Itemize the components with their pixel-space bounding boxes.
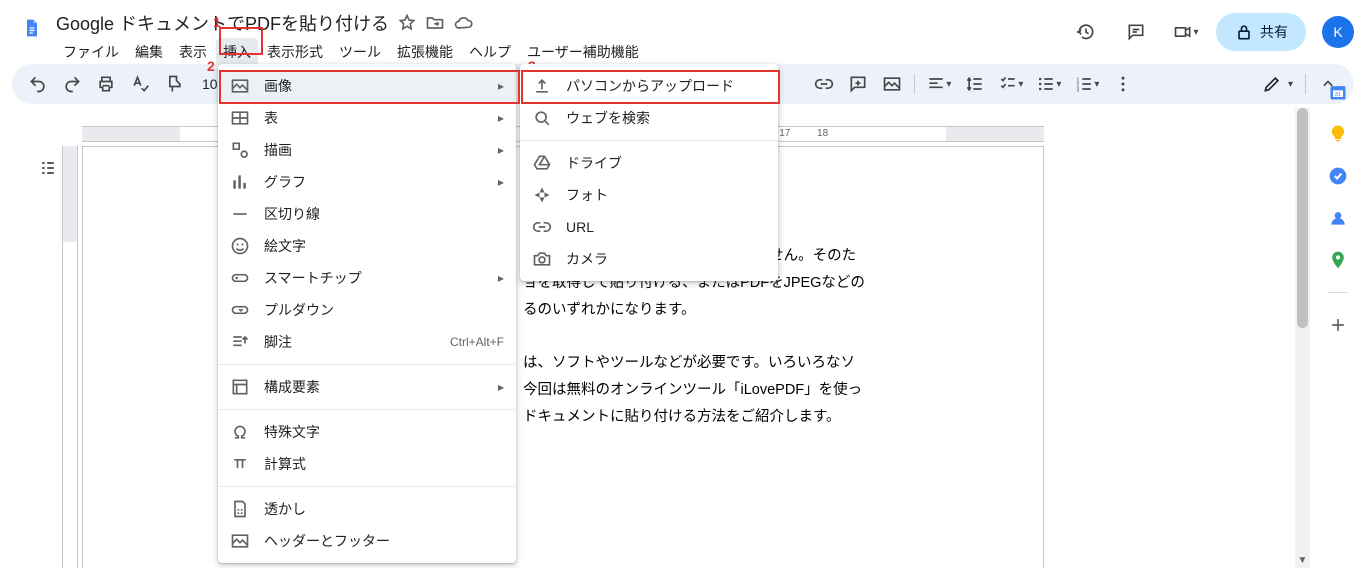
insert-emoji[interactable]: 絵文字 [218, 230, 516, 262]
insert-menu: 画像▸表▸描画▸グラフ▸区切り線絵文字スマートチップ▸プルダウン脚注Ctrl+A… [218, 64, 516, 563]
cloud-status-icon[interactable] [453, 13, 473, 33]
print-button[interactable] [90, 70, 122, 98]
submenu-arrow-icon: ▸ [498, 271, 504, 285]
menu-ファイル[interactable]: ファイル [56, 38, 126, 66]
numbered-list-button[interactable]: ▾ [1069, 70, 1105, 98]
meet-button[interactable]: ▾ [1166, 12, 1206, 52]
account-avatar[interactable]: K [1322, 16, 1354, 48]
dropdown-icon [230, 300, 250, 320]
share-button[interactable]: 共有 [1216, 13, 1306, 51]
photos-icon [532, 185, 552, 205]
keep-addon[interactable] [1328, 124, 1348, 144]
image-source-url[interactable]: URL [520, 211, 778, 243]
calendar-addon[interactable] [1328, 82, 1348, 102]
insert-blocks[interactable]: 構成要素▸ [218, 371, 516, 403]
insert-chart[interactable]: グラフ▸ [218, 166, 516, 198]
menu-編集[interactable]: 編集 [128, 38, 170, 66]
spellcheck-button[interactable] [124, 70, 156, 98]
image-source-web[interactable]: ウェブを検索 [520, 102, 778, 134]
menu-表示形式[interactable]: 表示形式 [260, 38, 330, 66]
line-spacing-button[interactable] [959, 70, 991, 98]
submenu-arrow-icon: ▸ [498, 380, 504, 394]
redo-button[interactable] [56, 70, 88, 98]
insert-chips[interactable]: スマートチップ▸ [218, 262, 516, 294]
drive-icon [532, 153, 552, 173]
insert-drawing[interactable]: 描画▸ [218, 134, 516, 166]
submenu-arrow-icon: ▸ [498, 175, 504, 189]
menu-bar: ファイル編集表示挿入表示形式ツール拡張機能ヘルプユーザー補助機能 [56, 38, 646, 66]
comments-button[interactable] [1116, 12, 1156, 52]
chart-icon [230, 172, 250, 192]
submenu-arrow-icon: ▸ [498, 79, 504, 93]
scroll-thumb[interactable] [1297, 108, 1308, 328]
checklist-button[interactable]: ▾ [993, 70, 1029, 98]
omega-icon [230, 422, 250, 442]
add-comment-button[interactable] [842, 70, 874, 98]
submenu-arrow-icon: ▸ [498, 111, 504, 125]
share-label: 共有 [1260, 22, 1288, 42]
insert-equation[interactable]: 計算式 [218, 448, 516, 480]
insert-image-button[interactable] [876, 70, 908, 98]
insert-dropdown[interactable]: プルダウン [218, 294, 516, 326]
insert-table[interactable]: 表▸ [218, 102, 516, 134]
contacts-addon[interactable] [1328, 208, 1348, 228]
insert-image[interactable]: 画像▸ [218, 70, 516, 102]
upload-icon [532, 76, 552, 96]
history-button[interactable] [1066, 12, 1106, 52]
image-icon [230, 531, 250, 551]
docs-logo[interactable] [12, 8, 52, 48]
more-toolbar-button[interactable] [1107, 70, 1139, 98]
menu-挿入[interactable]: 挿入 [216, 38, 258, 66]
vertical-scrollbar[interactable]: ▲ ▼ [1295, 108, 1310, 568]
side-panel [1310, 64, 1366, 568]
link-icon [532, 217, 552, 237]
menu-拡張機能[interactable]: 拡張機能 [390, 38, 460, 66]
drawing-icon [230, 140, 250, 160]
menu-ヘルプ[interactable]: ヘルプ [462, 38, 518, 66]
vertical-ruler[interactable] [62, 146, 80, 568]
insert-watermark[interactable]: 透かし [218, 493, 516, 525]
insert-hr[interactable]: 区切り線 [218, 198, 516, 230]
blocks-icon [230, 377, 250, 397]
maps-addon[interactable] [1328, 250, 1348, 270]
insert-footnote[interactable]: 脚注Ctrl+Alt+F [218, 326, 516, 358]
image-source-photos[interactable]: フォト [520, 179, 778, 211]
image-source-drive[interactable]: ドライブ [520, 147, 778, 179]
insert-special[interactable]: 特殊文字 [218, 416, 516, 448]
callout-1-label: 1 [213, 14, 221, 30]
insert-link-button[interactable] [808, 70, 840, 98]
footnote-icon [230, 332, 250, 352]
image-submenu: パソコンからアップロードウェブを検索ドライブフォトURLカメラ [520, 64, 778, 281]
submenu-arrow-icon: ▸ [498, 143, 504, 157]
hr-icon [230, 204, 250, 224]
tasks-addon[interactable] [1328, 166, 1348, 186]
image-source-upload[interactable]: パソコンからアップロード [520, 70, 778, 102]
editing-mode-button[interactable]: ▾ [1256, 70, 1299, 98]
undo-button[interactable] [22, 70, 54, 98]
doc-title[interactable]: Google ドキュメントでPDFを貼り付ける [56, 10, 389, 36]
app-bar: Google ドキュメントでPDFを貼り付ける ファイル編集表示挿入表示形式ツー… [0, 0, 1366, 64]
align-button[interactable]: ▾ [921, 70, 957, 98]
callout-2-label: 2 [207, 58, 215, 74]
pi-icon [230, 454, 250, 474]
emoji-icon [230, 236, 250, 256]
image-source-camera[interactable]: カメラ [520, 243, 778, 275]
insert-headers[interactable]: ヘッダーとフッター [218, 525, 516, 557]
search-icon [532, 108, 552, 128]
scroll-down-arrow[interactable]: ▼ [1295, 553, 1310, 568]
menu-ツール[interactable]: ツール [332, 38, 388, 66]
star-icon[interactable] [397, 13, 417, 33]
table-icon [230, 108, 250, 128]
get-addons-button[interactable] [1328, 315, 1348, 335]
chip-icon [230, 268, 250, 288]
bulleted-list-button[interactable]: ▾ [1031, 70, 1067, 98]
camera-icon [532, 249, 552, 269]
menu-ユーザー補助機能[interactable]: ユーザー補助機能 [520, 38, 646, 66]
image-icon [230, 76, 250, 96]
chevron-down-icon: ▾ [1193, 27, 1198, 38]
watermark-icon [230, 499, 250, 519]
move-icon[interactable] [425, 13, 445, 33]
paint-format-button[interactable] [158, 70, 190, 98]
